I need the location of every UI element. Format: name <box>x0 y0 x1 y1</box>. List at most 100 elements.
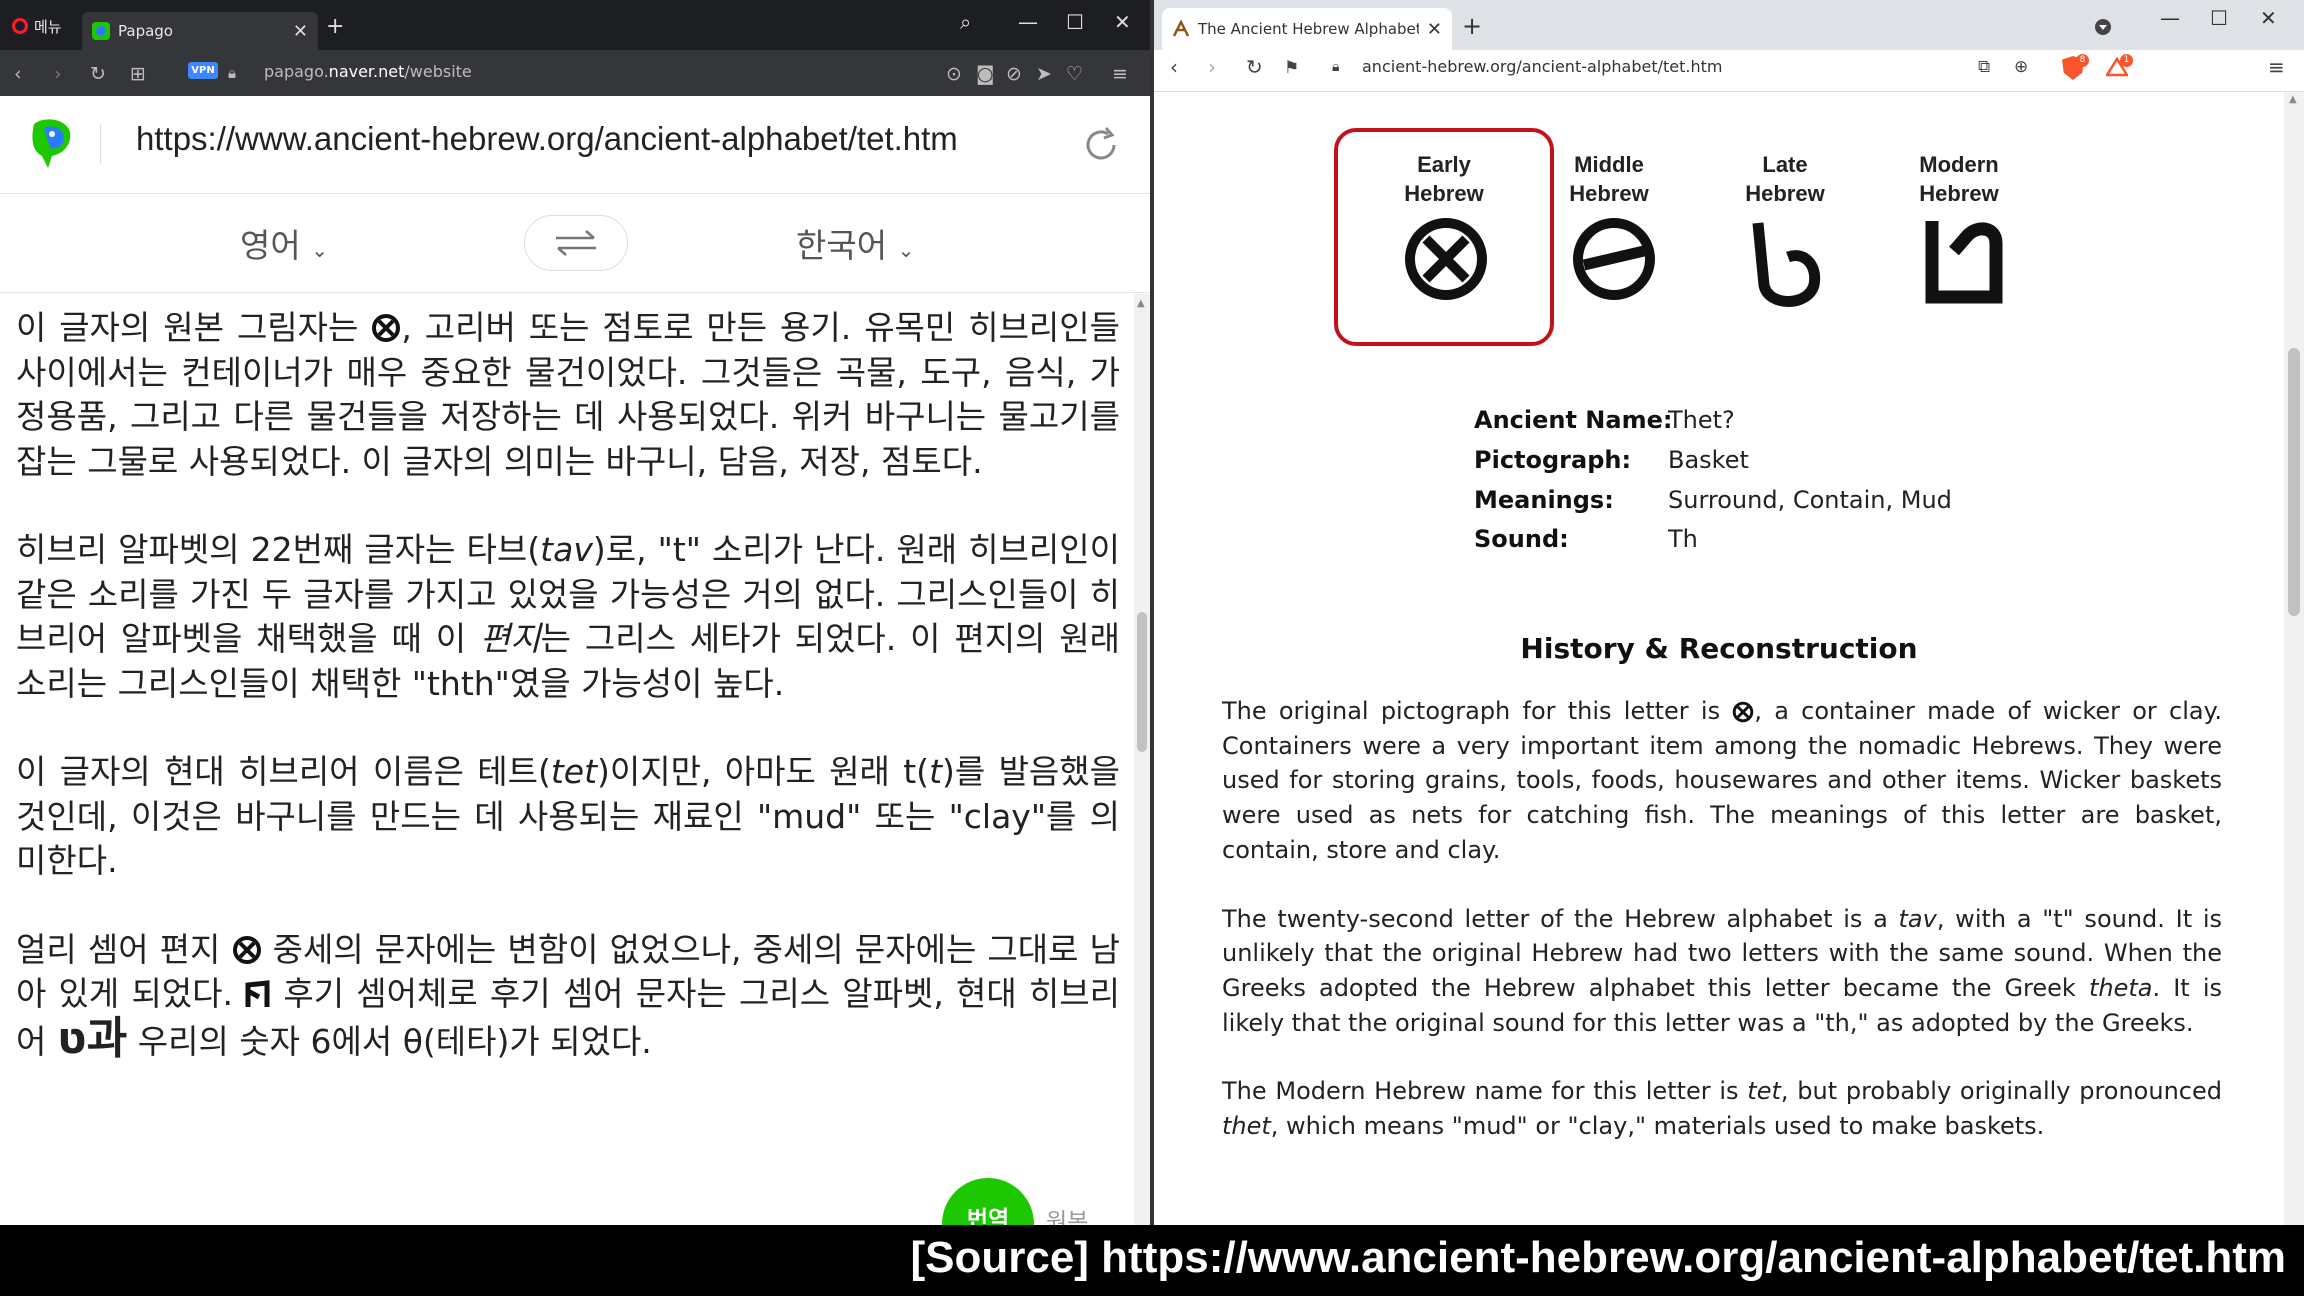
papago-parrot-logo-icon <box>32 119 71 168</box>
italic-span: theta <box>2088 973 2153 1002</box>
early-hebrew-highlight <box>1334 128 1554 346</box>
info-value: Th <box>1668 525 1698 553</box>
label-line: Hebrew <box>1745 181 1825 206</box>
left-url[interactable]: papago.naver.net/website <box>264 62 472 81</box>
new-tab-button[interactable]: + <box>326 14 344 39</box>
scrollbar-thumb[interactable] <box>2288 348 2300 616</box>
translate-page-icon[interactable]: ⧉ <box>1978 57 1990 77</box>
send-icon[interactable]: ➤ <box>1036 63 1052 85</box>
profile-icon[interactable] <box>2094 18 2112 36</box>
papago-header: https://www.ancient-hebrew.org/ancient-a… <box>0 96 1150 194</box>
right-url[interactable]: ancient-hebrew.org/ancient-alphabet/tet.… <box>1362 57 1722 76</box>
source-caption: [Source] https://www.ancient-hebrew.org/… <box>910 1233 2286 1282</box>
refresh-icon[interactable] <box>1082 126 1120 164</box>
close-tab-icon[interactable]: ✕ <box>1427 19 1442 40</box>
close-window-icon[interactable]: ✕ <box>2260 6 2277 30</box>
speed-dial-icon[interactable]: ⊞ <box>130 63 146 85</box>
original-button[interactable]: 원본 <box>1046 1202 1088 1225</box>
history-paragraph: The twenty-second letter of the Hebrew a… <box>1222 902 2222 1041</box>
history-paragraph: The original pictograph for this letter … <box>1222 694 2222 868</box>
circle-x-pictograph-icon <box>232 935 261 964</box>
maximize-icon[interactable]: ☐ <box>2210 6 2228 30</box>
reload-icon[interactable]: ↻ <box>1246 55 1263 79</box>
bookmark-icon[interactable]: ⚑ <box>1284 58 1299 78</box>
site-favicon-icon <box>1172 20 1190 37</box>
info-key: Ancient Name: <box>1474 406 1673 434</box>
easy-setup-icon[interactable]: ≡ <box>1112 63 1128 85</box>
right-scrollbar[interactable]: ▲ <box>2284 92 2304 1225</box>
text-span: 히브리 알파벳의 22번째 글자는 타브( <box>16 530 541 569</box>
late-hebrew-letter-icon <box>1752 222 1821 307</box>
tab-papago[interactable]: Papago ✕ <box>82 12 318 50</box>
scroll-up-icon[interactable]: ▲ <box>2289 94 2297 105</box>
back-icon[interactable]: ‹ <box>1170 55 1178 79</box>
forward-icon[interactable]: › <box>1208 55 1216 79</box>
search-icon[interactable]: ⌕ <box>960 10 971 34</box>
italic-span: tav <box>540 530 593 569</box>
text-span: 이 글자의 원본 그림자는 <box>16 308 372 347</box>
chevron-down-icon: ⌄ <box>311 238 328 262</box>
label-line: Hebrew <box>1919 181 1999 206</box>
source-language-select[interactable]: 영어 ⌄ <box>240 219 328 267</box>
close-tab-icon[interactable]: ✕ <box>293 21 308 42</box>
translated-paragraph: 히브리 알파벳의 22번째 글자는 타브(tav)로, "t" 소리가 난다. … <box>16 528 1120 706</box>
scroll-up-icon[interactable]: ▲ <box>1137 298 1145 309</box>
heart-icon[interactable]: ♡ <box>1066 63 1083 85</box>
close-window-icon[interactable]: ✕ <box>1114 10 1131 34</box>
source-language-label: 영어 <box>240 226 301 265</box>
rewards-count-badge: 1 <box>2120 54 2133 67</box>
target-language-select[interactable]: 한국어 ⌄ <box>796 219 914 267</box>
translate-button[interactable]: 번역 <box>942 1178 1034 1225</box>
lock-icon: 🔒︎ <box>1332 59 1340 75</box>
url-host-bold: naver.net <box>328 62 405 81</box>
vpn-badge[interactable]: VPN <box>188 62 218 79</box>
minimize-icon[interactable]: — <box>1018 10 1038 34</box>
translated-paragraph: 이 글자의 원본 그림자는 , 고리버 또는 점토로 만든 용기. 유목민 히브… <box>16 306 1120 484</box>
scrollbar-thumb[interactable] <box>1137 612 1147 752</box>
opera-menu-label: 메뉴 <box>34 17 62 36</box>
zoom-icon[interactable]: ⊕ <box>2014 57 2028 77</box>
camera-icon[interactable]: ◙ <box>976 63 994 85</box>
maximize-icon[interactable]: ☐ <box>1066 10 1084 34</box>
swap-arrows-icon <box>556 230 596 256</box>
tab-title: Papago <box>118 22 173 40</box>
label-line: Modern <box>1919 152 1999 177</box>
info-value: Surround, Contain, Mud <box>1668 486 1952 514</box>
info-key: Sound: <box>1474 525 1569 553</box>
text-span: The twenty-second letter of the Hebrew a… <box>1222 904 1899 933</box>
history-paragraph: The Modern Hebrew name for this letter i… <box>1222 1074 2222 1143</box>
zoom-icon[interactable]: ⊙ <box>946 63 962 85</box>
opera-logo-icon <box>12 18 28 34</box>
papago-browser-window: 메뉴 Papago ✕ + ⌕ — ☐ ✕ ‹ › ↻ ⊞ VPN 🔒︎ pap… <box>0 0 1150 1225</box>
letter-label-late: Late Hebrew <box>1710 150 1860 208</box>
italic-span: tet <box>1747 1077 1781 1106</box>
source-caption-bar: [Source] https://www.ancient-hebrew.org/… <box>0 1225 2304 1296</box>
text-span: )이지만, 아마도 원래 t( <box>597 752 930 791</box>
info-key: Pictograph: <box>1474 446 1632 474</box>
translated-paragraph: 얼리 셈어 편지 중세의 문자에는 변함이 없었으나, 중세의 문자에는 그대로… <box>16 928 1120 1065</box>
circle-x-pictograph-icon <box>372 314 401 342</box>
minimize-icon[interactable]: — <box>2160 6 2180 30</box>
tab-ancient-hebrew[interactable]: The Ancient Hebrew Alphabet | A ✕ <box>1162 8 1452 50</box>
letter-label-middle: Middle Hebrew <box>1534 150 1684 208</box>
opera-menu-button[interactable]: 메뉴 <box>12 14 62 38</box>
back-icon[interactable]: ‹ <box>14 63 22 85</box>
new-tab-button[interactable]: + <box>1462 12 1482 40</box>
translated-paragraph: 이 글자의 현대 히브리어 이름은 테트(tet)이지만, 아마도 원래 t(t… <box>16 750 1120 884</box>
tab-title: The Ancient Hebrew Alphabet | A <box>1198 20 1419 38</box>
url-host-prefix: papago. <box>264 62 329 81</box>
text-span: 얼리 셈어 편지 <box>16 929 232 969</box>
late-semitic-glyph-icon <box>245 980 270 1007</box>
modern-hebrew-glyph: ט과 <box>56 1012 128 1064</box>
menu-icon[interactable]: ≡ <box>2268 55 2285 79</box>
forward-icon[interactable]: › <box>54 63 62 85</box>
website-url-input[interactable]: https://www.ancient-hebrew.org/ancient-a… <box>136 120 958 158</box>
reload-icon[interactable]: ↻ <box>90 63 106 85</box>
middle-hebrew-letter-icon <box>1573 218 1655 300</box>
left-scrollbar[interactable]: ▲ <box>1134 294 1150 1225</box>
info-value: Basket <box>1668 446 1749 474</box>
adblock-icon[interactable]: ⊘ <box>1006 63 1022 85</box>
swap-languages-button[interactable] <box>524 215 628 271</box>
text-span: The Modern Hebrew name for this letter i… <box>1222 1077 1748 1106</box>
label-line: Hebrew <box>1569 181 1649 206</box>
